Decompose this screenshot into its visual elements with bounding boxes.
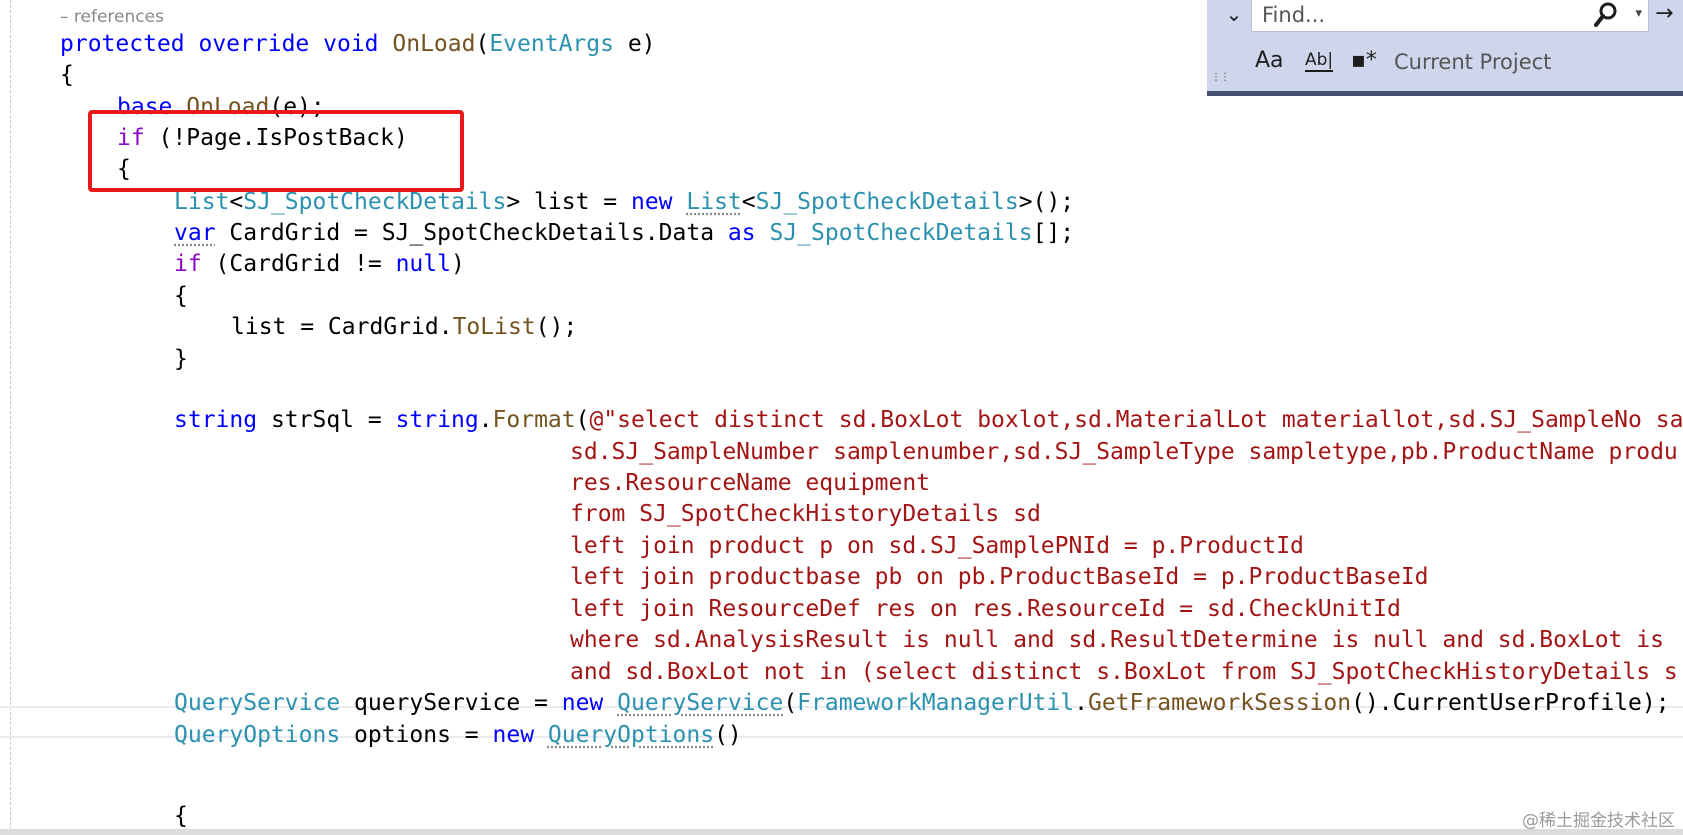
token: queryService = (340, 690, 562, 716)
code-line-14: res.ResourceName equipment (570, 470, 931, 496)
token: (); (535, 314, 578, 340)
horizontal-scrollbar[interactable] (0, 829, 1683, 835)
token: ) (450, 251, 465, 277)
code-line-23: { (174, 803, 188, 829)
code-line-17: left join productbase pb on pb.ProductBa… (570, 564, 1429, 590)
token: < (741, 189, 756, 215)
search-options-chevron-icon[interactable]: ▾ (1635, 6, 1642, 21)
code-line-11: } (174, 346, 188, 372)
token: EventArgs (489, 31, 614, 57)
code-editor[interactable]: – references protected override void OnL… (0, 0, 1683, 835)
token: (CardGrid != (201, 251, 396, 277)
token: GetFrameworkSession (1087, 690, 1352, 716)
token: FrameworkManagerUtil (797, 690, 1075, 716)
token: ().CurrentUserProfile); (1351, 690, 1670, 716)
code-line-22: QueryOptions options = new QueryOptions(… (174, 718, 742, 752)
token: >(); (1018, 189, 1075, 215)
token: new (630, 189, 673, 215)
code-line-1: protected override void OnLoad(EventArgs… (60, 31, 656, 57)
red-annotation-box (88, 110, 464, 192)
token: SJ_SpotCheckDetails (755, 189, 1019, 215)
toggle-replace-button[interactable]: ⌄ (1221, 0, 1247, 30)
resize-grip-icon[interactable]: ⋮⋮ (1211, 72, 1230, 83)
search-scope-dropdown[interactable]: Current Project (1394, 50, 1551, 74)
code-line-7: var CardGrid = SJ_SpotCheckDetails.Data … (174, 216, 1074, 250)
find-input[interactable]: Find... ▾ (1251, 0, 1649, 32)
token: as (727, 220, 756, 246)
token: protected (60, 31, 185, 57)
find-next-button[interactable]: → (1655, 0, 1683, 30)
token: SJ_SpotCheckDetails (243, 189, 507, 215)
token: @"select distinct sd.BoxLot boxlot,sd.Ma… (589, 407, 1683, 433)
token: QueryOptions (174, 722, 341, 748)
token: if (174, 251, 202, 277)
code-line-18: left join ResourceDef res on res.Resourc… (570, 596, 1401, 622)
token: strSql = (257, 407, 396, 433)
find-panel: ⌄ Find... ▾ → Aa Ab| ▪* Current Project … (1207, 0, 1683, 96)
token: Format (492, 407, 576, 433)
token: ToList (452, 314, 536, 340)
code-line-13: sd.SJ_SampleNumber samplenumber,sd.SJ_Sa… (570, 439, 1678, 465)
search-icon[interactable] (1594, 2, 1618, 28)
token: new (492, 722, 535, 748)
token: QueryOptions (547, 722, 715, 748)
token: List (174, 189, 230, 215)
code-line-10: list = CardGrid.ToList(); (231, 310, 577, 344)
watermark: @稀土掘金技术社区 (1522, 811, 1675, 831)
token: List (686, 189, 742, 215)
codelens-references[interactable]: – references (60, 7, 164, 27)
token: CardGrid = SJ_SpotCheckDetails.Data (215, 220, 728, 246)
token: void (323, 31, 379, 57)
whole-word-button[interactable]: Ab| (1305, 50, 1334, 72)
token: > list = (506, 189, 631, 215)
code-line-12: string strSql = string.Format(@"select d… (174, 403, 1683, 437)
token: < (229, 189, 244, 215)
token: . (478, 407, 493, 433)
code-line-15: from SJ_SpotCheckHistoryDetails sd (570, 501, 1041, 527)
token: var (174, 220, 216, 246)
find-placeholder: Find... (1262, 3, 1326, 27)
token: null (395, 251, 451, 277)
token: options = (340, 722, 493, 748)
code-line-9: { (174, 283, 188, 309)
token: . (1074, 690, 1088, 716)
code-line-20: and sd.BoxLot not in (select distinct s.… (570, 659, 1678, 685)
token: list = CardGrid. (231, 314, 453, 340)
match-case-button[interactable]: Aa (1255, 48, 1284, 73)
token: e (627, 31, 642, 57)
token: SJ_SpotCheckDetails (769, 220, 1033, 246)
token: OnLoad (392, 31, 476, 57)
code-line-8: if (CardGrid != null) (174, 247, 465, 281)
token: QueryService (617, 690, 784, 716)
code-line-21: QueryService queryService = new QuerySer… (174, 686, 1670, 720)
code-line-16: left join product p on sd.SJ_SamplePNId … (570, 533, 1304, 559)
token: QueryService (174, 690, 341, 716)
regex-button[interactable]: ▪* (1351, 48, 1377, 73)
code-line-2: { (60, 62, 74, 88)
token: new (561, 690, 604, 716)
token: override (198, 31, 310, 57)
code-line-19: where sd.AnalysisResult is null and sd.R… (570, 627, 1664, 653)
token: string (395, 407, 479, 433)
token: string (174, 407, 258, 433)
token: ( (783, 690, 798, 716)
token: () (714, 722, 742, 748)
token: []; (1032, 220, 1075, 246)
token: ( (575, 407, 590, 433)
